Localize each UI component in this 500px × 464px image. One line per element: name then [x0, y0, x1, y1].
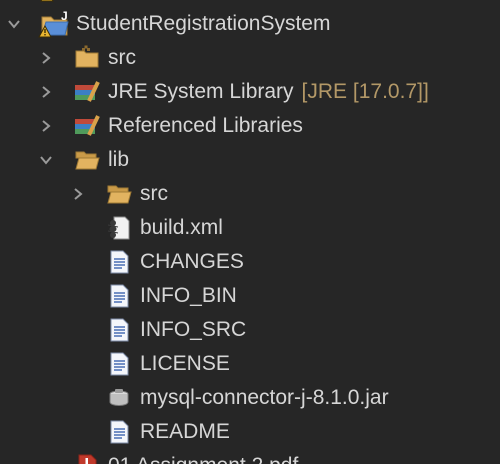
tree-item-label: src	[140, 182, 168, 205]
tree-row-jre-system-library[interactable]: JRE System Library [JRE [17.0.7]]	[0, 75, 500, 109]
chevron-down-icon[interactable]	[6, 16, 22, 32]
open-folder-icon	[106, 181, 132, 207]
tree-row-project[interactable]: J StudentRegistrationSystem	[0, 7, 500, 41]
tree-item-label: CHANGES	[140, 250, 244, 273]
warning-icon	[40, 0, 54, 2]
chevron-right-icon[interactable]	[38, 118, 54, 134]
java-project-warning-icon: J	[38, 9, 72, 39]
jar-file-icon	[106, 385, 132, 411]
tree-item-label: JRE System Library [JRE [17.0.7]]	[108, 79, 429, 105]
tree-item-label: src	[108, 46, 136, 69]
tree-row-readme[interactable]: README	[0, 415, 500, 449]
project-label: StudentRegistrationSystem	[76, 12, 331, 35]
tree-row-changes[interactable]: CHANGES	[0, 245, 500, 279]
text-file-icon	[106, 351, 132, 377]
tree-item-label: 01 Assignment 2.pdf	[108, 453, 298, 464]
source-folder-icon	[74, 45, 100, 71]
tree-row-src[interactable]: src	[0, 41, 500, 75]
chevron-right-icon[interactable]	[70, 186, 86, 202]
tree-row-info-bin[interactable]: INFO_BIN	[0, 279, 500, 313]
project-explorer-tree: J StudentRegistrationSystem src JRE Syst…	[0, 0, 500, 464]
text-file-icon	[106, 317, 132, 343]
tree-row-build-xml[interactable]: build.xml	[0, 211, 500, 245]
tree-item-label: build.xml	[140, 216, 223, 239]
text-file-icon	[106, 249, 132, 275]
tree-item-label: LICENSE	[140, 352, 230, 375]
chevron-down-icon[interactable]	[38, 152, 54, 168]
tree-row-lib[interactable]: lib	[0, 143, 500, 177]
tree-item-label: README	[140, 420, 230, 443]
tree-row-license[interactable]: LICENSE	[0, 347, 500, 381]
svg-text:J: J	[61, 9, 68, 23]
library-name: JRE System Library	[108, 80, 294, 103]
tree-item-label: INFO_BIN	[140, 284, 237, 307]
open-folder-icon	[74, 147, 100, 173]
tree-row-referenced-libraries[interactable]: Referenced Libraries	[0, 109, 500, 143]
jre-version-decoration: [JRE [17.0.7]]	[301, 80, 429, 103]
pdf-file-icon	[74, 453, 100, 464]
tree-row-mysql-connector-jar[interactable]: mysql-connector-j-8.1.0.jar	[0, 381, 500, 415]
chevron-right-icon[interactable]	[38, 50, 54, 66]
text-file-icon	[106, 419, 132, 445]
tree-item-label: INFO_SRC	[140, 318, 247, 341]
tree-row-assignment-pdf[interactable]: 01 Assignment 2.pdf	[0, 449, 500, 464]
library-icon	[74, 113, 100, 139]
tree-row-info-src[interactable]: INFO_SRC	[0, 313, 500, 347]
chevron-right-icon[interactable]	[38, 84, 54, 100]
tree-item-label: Referenced Libraries	[108, 114, 303, 137]
tree-item-label: mysql-connector-j-8.1.0.jar	[140, 386, 389, 409]
library-icon	[74, 79, 100, 105]
tree-item-label: lib	[108, 148, 130, 171]
ant-build-file-icon	[106, 215, 132, 241]
text-file-icon	[106, 283, 132, 309]
tree-row-lib-src[interactable]: src	[0, 177, 500, 211]
